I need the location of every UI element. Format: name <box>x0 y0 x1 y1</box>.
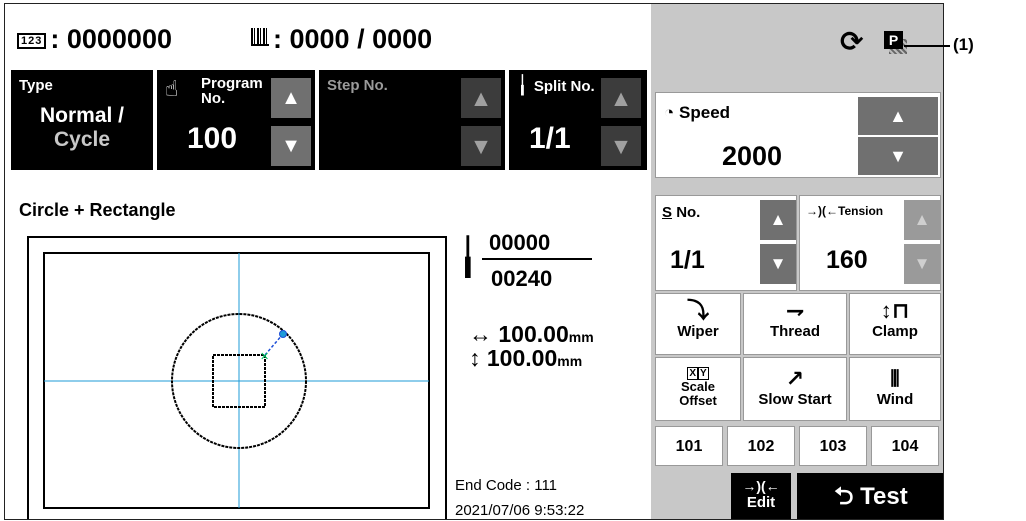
x-size: ↔ 100.00mm <box>469 321 594 347</box>
step-label: Step No. <box>327 77 388 94</box>
pattern-101-button[interactable]: 101 <box>655 426 723 466</box>
step-up-button[interactable]: ▲ <box>461 78 501 118</box>
s-no-value[interactable]: 1/1 <box>670 246 705 275</box>
speed-box: ◔ Speed 2000 ▲ ▼ <box>655 92 941 178</box>
type-value-cycle: Cycle <box>53 128 111 151</box>
end-marker <box>279 330 287 338</box>
stitch-current: 00000 <box>489 230 551 255</box>
step-cell: Step No. ▲ ▼ <box>319 70 505 170</box>
needle-icon-large: ╽ <box>457 236 479 277</box>
speed-down-button[interactable]: ▼ <box>858 137 938 175</box>
s-no-up-button[interactable]: ▲ <box>760 200 796 240</box>
bobbin-counter[interactable]: : 0000 / 0000 <box>251 24 432 55</box>
program-down-button[interactable]: ▼ <box>271 126 311 166</box>
type-cell[interactable]: Type Normal / Cycle <box>11 70 153 170</box>
pattern-canvas[interactable]: ✕ <box>27 236 447 519</box>
split-cell: ╽ Split No. 1/1 ▲ ▼ <box>509 70 647 170</box>
tension-icon: →)(← <box>806 204 838 218</box>
tension-up-button[interactable]: ▲ <box>904 200 940 240</box>
wiper-button[interactable]: ⤵ Wiper <box>655 293 741 355</box>
xy-icon: XY <box>687 367 709 380</box>
slow-start-button[interactable]: ↗ Slow Start <box>743 357 847 421</box>
counter-value: 0000000 <box>66 24 172 54</box>
split-down-button[interactable]: ▼ <box>601 126 641 166</box>
speed-up-button[interactable]: ▲ <box>858 97 938 135</box>
tension-value[interactable]: 160 <box>826 246 868 275</box>
edit-icon: →)(← <box>742 478 780 494</box>
thread-button[interactable]: ⇁ Thread <box>743 293 847 355</box>
end-code: End Code : 111 <box>455 477 558 494</box>
callout-label: (1) <box>953 35 974 54</box>
y-size: ↕ 100.00mm <box>469 345 583 371</box>
program-cell: ☝ Program No. 100 ▲ ▼ <box>157 70 315 170</box>
return-icon: ⮌ <box>834 483 854 510</box>
slow-start-icon: ↗ <box>785 366 805 391</box>
wind-button[interactable]: ⦀ Wind <box>849 357 941 421</box>
program-up-button[interactable]: ▲ <box>271 78 311 118</box>
stitch-total: 00240 <box>491 266 553 291</box>
hand-p-icon: ☝ <box>165 76 179 101</box>
s-no-down-button[interactable]: ▼ <box>760 244 796 284</box>
header: 123: 0000000 : 0000 / 0000 <box>5 4 651 70</box>
test-button[interactable]: ⮌ Test <box>797 473 943 519</box>
type-label: Type <box>19 77 53 94</box>
start-marker: ✕ <box>260 350 269 363</box>
clamp-button[interactable]: ↕⊓ Clamp <box>849 293 941 355</box>
p-icon: P <box>884 31 903 49</box>
stitch-divider <box>482 258 592 260</box>
split-up-button[interactable]: ▲ <box>601 78 641 118</box>
split-value[interactable]: 1/1 <box>529 122 571 156</box>
tension-box: →)(←Tension 160 ▲ ▼ <box>799 195 941 291</box>
type-value-normal: Normal / <box>39 104 125 127</box>
thread-icon: ⇁ <box>785 298 805 323</box>
s-no-box: S No. 1/1 ▲ ▼ <box>655 195 797 291</box>
speed-value[interactable]: 2000 <box>722 141 782 172</box>
wind-icon: ⦀ <box>890 366 900 391</box>
production-counter[interactable]: 123: 0000000 <box>17 24 172 55</box>
bobbin-counter-icon <box>251 28 269 46</box>
wiper-icon: ⤵ <box>686 298 709 323</box>
edit-button[interactable]: →)(← Edit <box>731 473 791 519</box>
speed-label: ◔ Speed <box>664 103 731 122</box>
pattern-title: Circle + Rectangle <box>19 200 176 220</box>
x-size-icon: ↔ <box>469 321 492 347</box>
s-no-label: S No. <box>662 204 701 221</box>
program-strip: Type Normal / Cycle ☝ Program No. 100 ▲ … <box>5 70 651 178</box>
repeat-icon: ⟳ <box>840 26 864 57</box>
panel-screen: 123: 0000000 : 0000 / 0000 ⟳ P Type Norm… <box>4 3 944 520</box>
tension-label: →)(←Tension <box>806 204 884 218</box>
counter-icon: 123 <box>17 33 47 49</box>
pattern-drawing: ✕ <box>43 252 430 509</box>
tension-down-button[interactable]: ▼ <box>904 244 940 284</box>
speed-gauge-icon: ◔ <box>664 103 675 122</box>
scale-offset-button[interactable]: XY Scale Offset <box>655 357 741 421</box>
right-panel: ◔ Speed 2000 ▲ ▼ S No. 1/1 ▲ ▼ →)(←Tensi… <box>651 70 943 519</box>
needle-icon: ╽ <box>517 75 528 95</box>
split-label: ╽ Split No. <box>517 75 595 95</box>
program-label: Program No. <box>201 75 263 107</box>
step-down-button[interactable]: ▼ <box>461 126 501 166</box>
pattern-104-button[interactable]: 104 <box>871 426 939 466</box>
bobbin-value: 0000 / 0000 <box>289 24 433 54</box>
callout-line <box>904 45 950 47</box>
pattern-103-button[interactable]: 103 <box>799 426 867 466</box>
y-size-icon: ↕ <box>469 345 481 371</box>
clamp-icon: ↕⊓ <box>880 298 910 323</box>
datetime: 2021/07/06 9:53:22 <box>455 502 585 519</box>
program-value[interactable]: 100 <box>187 122 237 156</box>
pattern-102-button[interactable]: 102 <box>727 426 795 466</box>
s-no-icon: S <box>662 204 673 221</box>
